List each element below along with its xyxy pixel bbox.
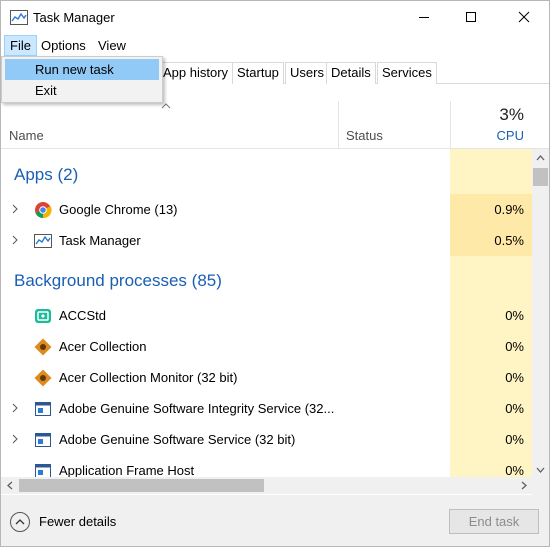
menu-bar: File Options View (1, 35, 549, 56)
column-divider (450, 101, 451, 149)
acer-collection-icon (34, 338, 52, 356)
process-name: Adobe Genuine Software Service (32 bit) (59, 432, 296, 447)
table-row[interactable]: ACCStd 0% (1, 300, 532, 331)
table-row[interactable]: Adobe Genuine Software Service (32 bit) … (1, 424, 532, 455)
window-title: Task Manager (33, 10, 115, 25)
cpu-value: 0% (505, 308, 524, 323)
tab-app-history[interactable]: App history (158, 62, 234, 84)
scroll-up-button[interactable] (532, 149, 549, 166)
file-menu-dropdown: Run new task Exit (1, 56, 163, 103)
menu-view[interactable]: View (93, 35, 131, 56)
tab-startup[interactable]: Startup (232, 62, 284, 84)
chevron-right-icon (521, 481, 527, 490)
horizontal-scrollbar[interactable] (1, 477, 532, 494)
title-bar: Task Manager (1, 1, 549, 35)
cpu-value: 0% (505, 432, 524, 447)
chevron-right-icon[interactable] (10, 403, 20, 413)
tab-details[interactable]: Details (326, 62, 376, 84)
process-name: Adobe Genuine Software Integrity Service… (59, 401, 335, 416)
vertical-scrollbar[interactable] (532, 149, 549, 495)
table-row[interactable]: Acer Collection Monitor (32 bit) 0% (1, 362, 532, 393)
column-header: Name Status 3% CPU (1, 101, 549, 149)
chevron-right-icon[interactable] (10, 434, 20, 444)
end-task-button[interactable]: End task (449, 509, 539, 534)
cpu-value: 0% (505, 370, 524, 385)
task-manager-icon (10, 10, 28, 25)
chevron-up-icon (536, 154, 545, 160)
table-row[interactable]: Application Frame Host 0% (1, 455, 532, 477)
tab-users[interactable]: Users (285, 62, 329, 84)
chrome-icon (35, 202, 52, 219)
process-name: Task Manager (59, 233, 141, 248)
sort-up-icon (161, 103, 171, 109)
menu-item-exit[interactable]: Exit (5, 80, 159, 101)
tab-services[interactable]: Services (377, 62, 437, 84)
scroll-thumb[interactable] (533, 168, 548, 186)
process-name: Google Chrome (13) (59, 202, 178, 217)
acer-collection-icon (34, 369, 52, 387)
scroll-right-button[interactable] (515, 477, 532, 494)
process-list: Apps (2) Google Chrome (13) 0.9% Task Ma… (1, 149, 532, 477)
process-name: ACCStd (59, 308, 106, 323)
menu-item-run-new-task[interactable]: Run new task (5, 59, 159, 80)
table-row[interactable]: Google Chrome (13) 0.9% (1, 194, 532, 225)
chevron-right-icon[interactable] (10, 204, 20, 214)
cpu-value: 0% (505, 339, 524, 354)
scroll-left-button[interactable] (1, 477, 18, 494)
menu-options[interactable]: Options (36, 35, 91, 56)
column-status-header[interactable]: Status (346, 128, 383, 143)
service-window-icon (35, 402, 51, 416)
table-row[interactable]: Task Manager 0.5% (1, 225, 532, 256)
cpu-value: 0.5% (450, 225, 532, 256)
footer-bar: Fewer details End task (1, 495, 549, 546)
process-name: Application Frame Host (59, 463, 195, 477)
chevron-up-icon (15, 519, 25, 525)
scroll-down-button[interactable] (532, 461, 549, 478)
maximize-button[interactable] (448, 1, 494, 33)
close-button[interactable] (501, 1, 547, 33)
process-name: Acer Collection (59, 339, 147, 354)
task-manager-window: Task Manager File Options View App histo… (0, 0, 550, 547)
chevron-down-icon (536, 467, 545, 473)
column-divider (338, 101, 339, 149)
cpu-value: 0% (505, 463, 524, 477)
cpu-total-percent: 3% (499, 105, 524, 124)
fewer-details-link[interactable]: Fewer details (39, 514, 116, 529)
maximize-icon (466, 12, 476, 22)
task-manager-icon (34, 234, 52, 248)
cpu-value: 0.9% (450, 194, 532, 225)
column-cpu-header[interactable]: CPU (497, 128, 524, 143)
minimize-icon (419, 17, 429, 18)
service-window-icon (35, 433, 51, 447)
close-icon (518, 11, 530, 23)
chevron-left-icon (6, 481, 12, 490)
chevron-right-icon[interactable] (10, 235, 20, 245)
fewer-details-button[interactable] (10, 512, 30, 532)
group-apps-title: Apps (2) (14, 165, 79, 184)
scroll-thumb[interactable] (19, 479, 264, 492)
table-row[interactable]: Acer Collection 0% (1, 331, 532, 362)
process-name: Acer Collection Monitor (32 bit) (59, 370, 238, 385)
service-window-icon (35, 464, 51, 477)
cpu-value: 0% (505, 401, 524, 416)
table-row[interactable]: Adobe Genuine Software Integrity Service… (1, 393, 532, 424)
group-background-title: Background processes (85) (14, 271, 222, 290)
accstd-icon (35, 309, 51, 323)
minimize-button[interactable] (401, 1, 447, 33)
column-name-header[interactable]: Name (9, 128, 44, 143)
menu-file[interactable]: File (4, 35, 37, 56)
